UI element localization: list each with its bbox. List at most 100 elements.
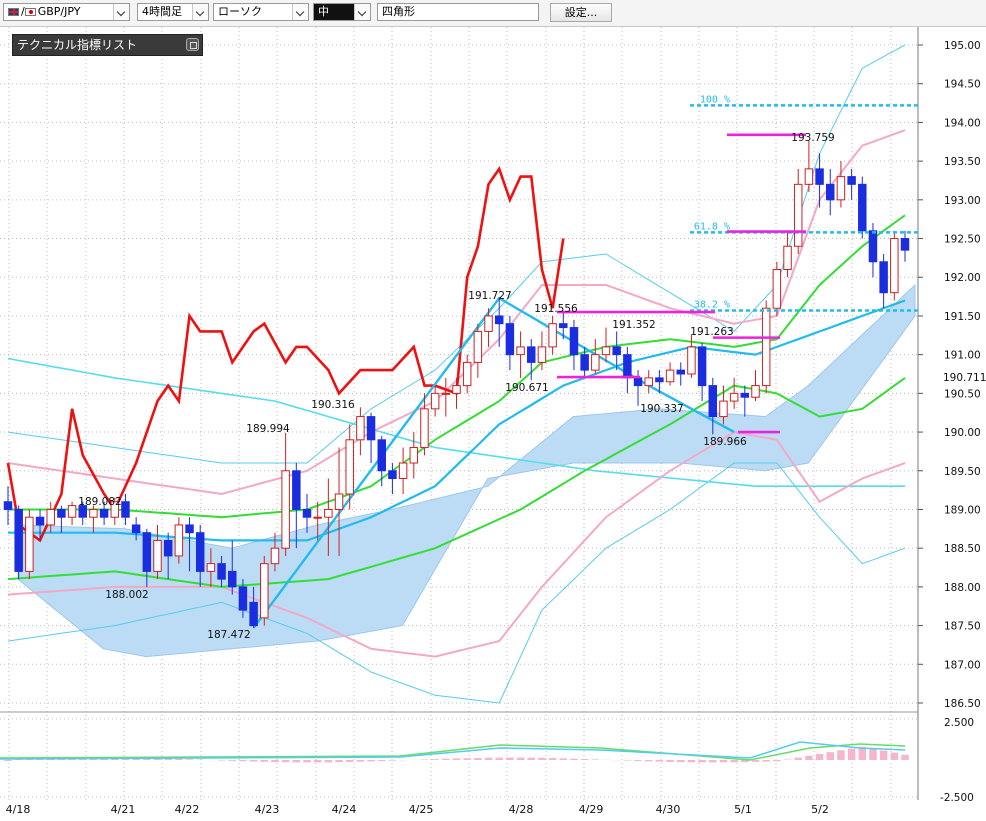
candle-body <box>174 524 184 557</box>
chevron-down-icon[interactable] <box>292 4 308 20</box>
candle-body <box>868 230 878 263</box>
fib-level-label: 61.8 % <box>694 221 730 232</box>
candle-body <box>462 361 472 387</box>
histogram-bar <box>527 757 535 760</box>
histogram-bar <box>826 752 834 760</box>
histogram-bar <box>730 760 738 763</box>
candle-body <box>452 385 461 394</box>
timeframe-select[interactable]: 4時間足 <box>137 3 209 21</box>
histogram-bar <box>228 760 236 761</box>
indicator-list-title: テクニカル指標リスト <box>17 38 138 52</box>
indicator-list-panel[interactable]: テクニカル指標リスト <box>12 34 203 56</box>
candle-body <box>761 307 771 387</box>
y-tick-label: 190.00 <box>944 427 981 439</box>
candle-body <box>142 532 152 572</box>
bull-candle <box>772 261 782 316</box>
histogram-bar <box>559 758 568 760</box>
settings-button[interactable]: 設定... <box>550 3 612 22</box>
candle-body <box>57 508 66 518</box>
candle-body <box>655 377 664 383</box>
candle-body <box>206 563 216 572</box>
candle-body <box>836 176 846 201</box>
settings-button-label: 設定... <box>564 6 598 19</box>
candle-body <box>334 493 344 510</box>
histogram-bar <box>890 752 899 760</box>
candle-body <box>35 516 45 526</box>
candle-body <box>441 392 451 395</box>
candle-body <box>25 516 34 572</box>
histogram-bar <box>837 750 845 760</box>
candle-body <box>313 516 322 519</box>
timeframe-label: 4時間足 <box>142 5 182 18</box>
candle-body <box>473 330 483 363</box>
candle-body <box>185 524 194 534</box>
candle-body <box>793 183 803 247</box>
chevron-down-icon[interactable] <box>113 4 129 20</box>
chevron-down-icon[interactable] <box>354 4 370 20</box>
candle-body <box>505 323 515 356</box>
candle-body <box>847 176 856 185</box>
x-tick-label: 4/28 <box>509 803 534 816</box>
candle-body <box>676 369 685 375</box>
x-tick-label: 4/24 <box>332 803 357 816</box>
candle-body <box>719 400 728 418</box>
histogram-bar <box>762 760 770 762</box>
bear-candle <box>14 505 23 580</box>
y-tick-label: 187.00 <box>944 659 981 671</box>
histogram-bar <box>292 760 301 763</box>
bull-candle <box>260 555 269 626</box>
currency-pair-select[interactable]: / GBP/JPY <box>3 3 130 21</box>
histogram-bar <box>698 760 706 763</box>
candle-body <box>14 508 23 572</box>
x-tick-label: 5/1 <box>734 803 752 816</box>
candle-body <box>249 601 258 627</box>
candle-body <box>3 501 13 510</box>
histogram-bar <box>709 760 717 763</box>
histogram-bar <box>677 760 685 763</box>
price-chart[interactable]: 100 % 61.8 % 38.2 % 195.00 194.50 194.00 193.… <box>0 27 986 821</box>
candle-body <box>270 547 280 565</box>
candle-body <box>420 408 429 449</box>
candle-body <box>580 354 589 371</box>
histogram-bar <box>420 759 429 760</box>
candle-body <box>804 168 814 185</box>
histogram-bar <box>367 760 375 762</box>
candle-body <box>644 377 653 387</box>
histogram-bar <box>719 760 728 763</box>
histogram-bar <box>805 755 813 760</box>
price-annotation: 191.263 <box>690 326 733 338</box>
histogram-bar <box>591 759 600 760</box>
candle-body <box>238 586 248 611</box>
price-annotation: 191.352 <box>612 319 655 331</box>
candle-body <box>121 501 130 518</box>
size-label: 中 <box>318 5 329 18</box>
bull-candle <box>25 509 34 580</box>
toolbar: / GBP/JPY 4時間足 ローソク 中 四角形 設定... <box>0 0 986 27</box>
histogram-bar <box>644 760 653 762</box>
candle-body <box>292 470 301 510</box>
histogram-bar <box>495 757 503 760</box>
histogram-bar <box>783 759 792 760</box>
histogram-bar <box>570 758 578 760</box>
histogram-bar <box>452 758 461 760</box>
histogram-bar <box>538 757 546 760</box>
candle-body <box>195 532 205 572</box>
candle-body <box>516 346 525 356</box>
price-annotation: 188.002 <box>105 589 148 601</box>
shape-field[interactable]: 四角形 <box>377 3 539 21</box>
candle-body <box>900 238 910 251</box>
y-tick-label: 188.00 <box>944 582 981 594</box>
panel-toggle-icon[interactable] <box>186 38 199 51</box>
chart-type-select[interactable]: ローソク <box>213 3 309 21</box>
histogram-bar <box>249 760 258 762</box>
price-annotation: 193.759 <box>791 132 834 144</box>
candle-body <box>559 323 568 329</box>
candle-body <box>858 183 867 232</box>
candle-body <box>430 392 440 410</box>
price-annotation: 190.316 <box>311 399 355 411</box>
candle-body <box>623 354 632 379</box>
size-select[interactable]: 中 <box>313 3 371 21</box>
histogram-bar <box>260 760 269 762</box>
chevron-down-icon[interactable] <box>192 4 208 20</box>
candle-body <box>890 238 899 294</box>
